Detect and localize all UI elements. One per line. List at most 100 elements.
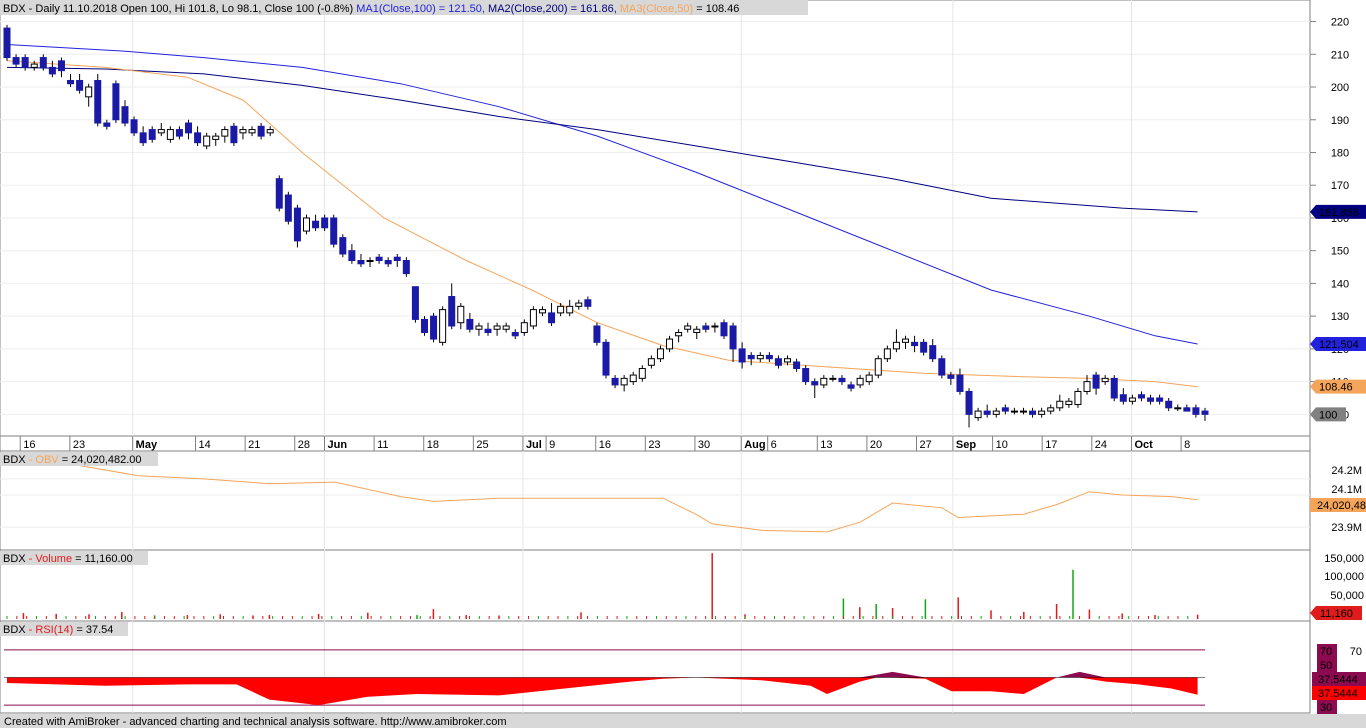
price-axis-label-7: 150 [1331, 246, 1349, 258]
candle-body-88 [802, 368, 810, 383]
rsi-header: BDX - RSI(14) = 37.54 [3, 624, 113, 636]
rsi-value-label-2: 37.5444 [1318, 688, 1358, 700]
price-value-tag-text-0: 161.856 [1319, 207, 1359, 219]
candle-body-50 [457, 305, 465, 324]
obv-header-indicator: - OBV [26, 454, 60, 466]
date-axis-label-18: 20 [870, 439, 882, 451]
date-axis-label-0: 16 [23, 439, 35, 451]
candle-body-40 [366, 260, 374, 263]
obv-axis-label-3: 23.9M [1331, 522, 1362, 534]
candle-body-28 [257, 125, 265, 137]
price-value-tag-0: 161.856 [1310, 204, 1366, 219]
candle-body-87 [793, 361, 801, 370]
candle-33 [303, 214, 310, 235]
obv-header-value: = 24,020,482.00 [59, 454, 142, 466]
date-axis-label-7: 11 [377, 439, 388, 451]
rsi-upper-label: 70 [1320, 646, 1332, 658]
candle-14 [130, 116, 138, 137]
price-header-info: - Daily 11.10.2018 Open 100, Hi 101.8, L… [26, 3, 354, 15]
rsi-header-indicator: - RSI(14) [26, 624, 74, 636]
candle-body-124 [1128, 397, 1136, 402]
candle-body-101 [920, 341, 928, 353]
candle-body-42 [384, 260, 392, 265]
candle-body-130 [1183, 407, 1191, 412]
obv-pane[interactable] [0, 450, 1311, 551]
volume-header: BDX - Volume = 11,160.00 [3, 553, 133, 565]
candle-body-5 [48, 66, 56, 75]
candle-body-113 [1029, 410, 1037, 415]
candle-body-65 [593, 325, 601, 343]
candle-body-64 [584, 299, 592, 307]
candle-body-119 [1083, 381, 1091, 392]
candle-body-99 [902, 338, 909, 343]
rsi-axis-label-70: 70 [1350, 646, 1362, 658]
candle-body-0 [3, 27, 11, 59]
candle-body-92 [838, 377, 846, 383]
candle-body-61 [557, 305, 565, 314]
date-axis-label-19: 27 [920, 439, 932, 451]
rsi-pane[interactable] [0, 620, 1311, 714]
candle-body-72 [656, 348, 664, 360]
candle-body-116 [1056, 400, 1064, 409]
candle-body-17 [157, 129, 165, 134]
price-value-tag-3: 100 [1310, 407, 1346, 422]
date-axis-label-3: 14 [199, 439, 211, 451]
candle-body-97 [883, 348, 891, 360]
candle-body-93 [847, 384, 855, 389]
candle-body-48 [439, 309, 447, 343]
candle-body-6 [57, 60, 65, 72]
candle-body-55 [502, 325, 510, 330]
candle-body-62 [566, 305, 574, 314]
date-axis-label-6: Jun [328, 439, 348, 451]
candle-body-14 [130, 119, 138, 134]
candle-body-129 [1174, 407, 1182, 410]
candle-12 [112, 80, 120, 124]
candle-body-75 [684, 325, 692, 330]
obv-header: BDX - OBV = 24,020,482.00 [3, 454, 142, 466]
date-axis-label-2: May [136, 439, 158, 451]
rsi-header-value: = 37.54 [73, 624, 113, 636]
candle-body-128 [1165, 400, 1173, 409]
ma1-legend: MA1(Close,100) = 121.50, [356, 3, 485, 15]
price-axis-label-9: 130 [1331, 311, 1349, 323]
candle-body-109 [992, 410, 1000, 415]
candle-body-4 [39, 57, 47, 68]
obv-value-label: 24,020,482 [1317, 500, 1366, 512]
candle-body-22 [203, 135, 211, 147]
obv-axis-label-2: 24.1M [1331, 484, 1362, 496]
candle-body-39 [357, 260, 365, 265]
candle-body-79 [720, 322, 728, 337]
candle-body-10 [94, 79, 102, 124]
rsi-lower-label: 30 [1320, 702, 1332, 714]
candle-body-45 [411, 286, 419, 320]
volume-pane[interactable] [0, 549, 1311, 622]
candle-body-29 [266, 129, 274, 134]
price-value-tag-text-1: 121.504 [1319, 339, 1359, 351]
candle-66 [602, 339, 610, 379]
candle-96 [874, 355, 882, 379]
candle-body-43 [393, 256, 401, 262]
candle-body-25 [230, 125, 238, 144]
date-axis-label-22: 17 [1045, 439, 1057, 451]
volume-value-label: 11,160 [1320, 608, 1353, 620]
candle-body-12 [112, 83, 120, 121]
candle-47 [430, 312, 438, 343]
candle-48 [439, 306, 447, 346]
candle-body-67 [611, 377, 619, 386]
candle-body-123 [1119, 394, 1127, 402]
candle-body-115 [1047, 407, 1055, 412]
candle-body-35 [321, 217, 329, 229]
date-axis-label-10: Jul [526, 439, 542, 451]
candle-body-16 [148, 129, 156, 140]
candle-0 [3, 24, 11, 61]
candle-body-27 [248, 129, 256, 134]
date-axis-label-8: 18 [427, 439, 439, 451]
candle-body-56 [511, 332, 519, 337]
date-axis-label-17: 13 [820, 439, 832, 451]
volume-header-value: = 11,160.00 [72, 553, 133, 565]
volume-axis-label-2: 100,000 [1324, 571, 1364, 583]
candle-body-3 [30, 63, 38, 68]
candle-body-131 [1192, 407, 1200, 415]
candle-body-7 [67, 79, 75, 85]
candle-body-32 [293, 207, 301, 242]
